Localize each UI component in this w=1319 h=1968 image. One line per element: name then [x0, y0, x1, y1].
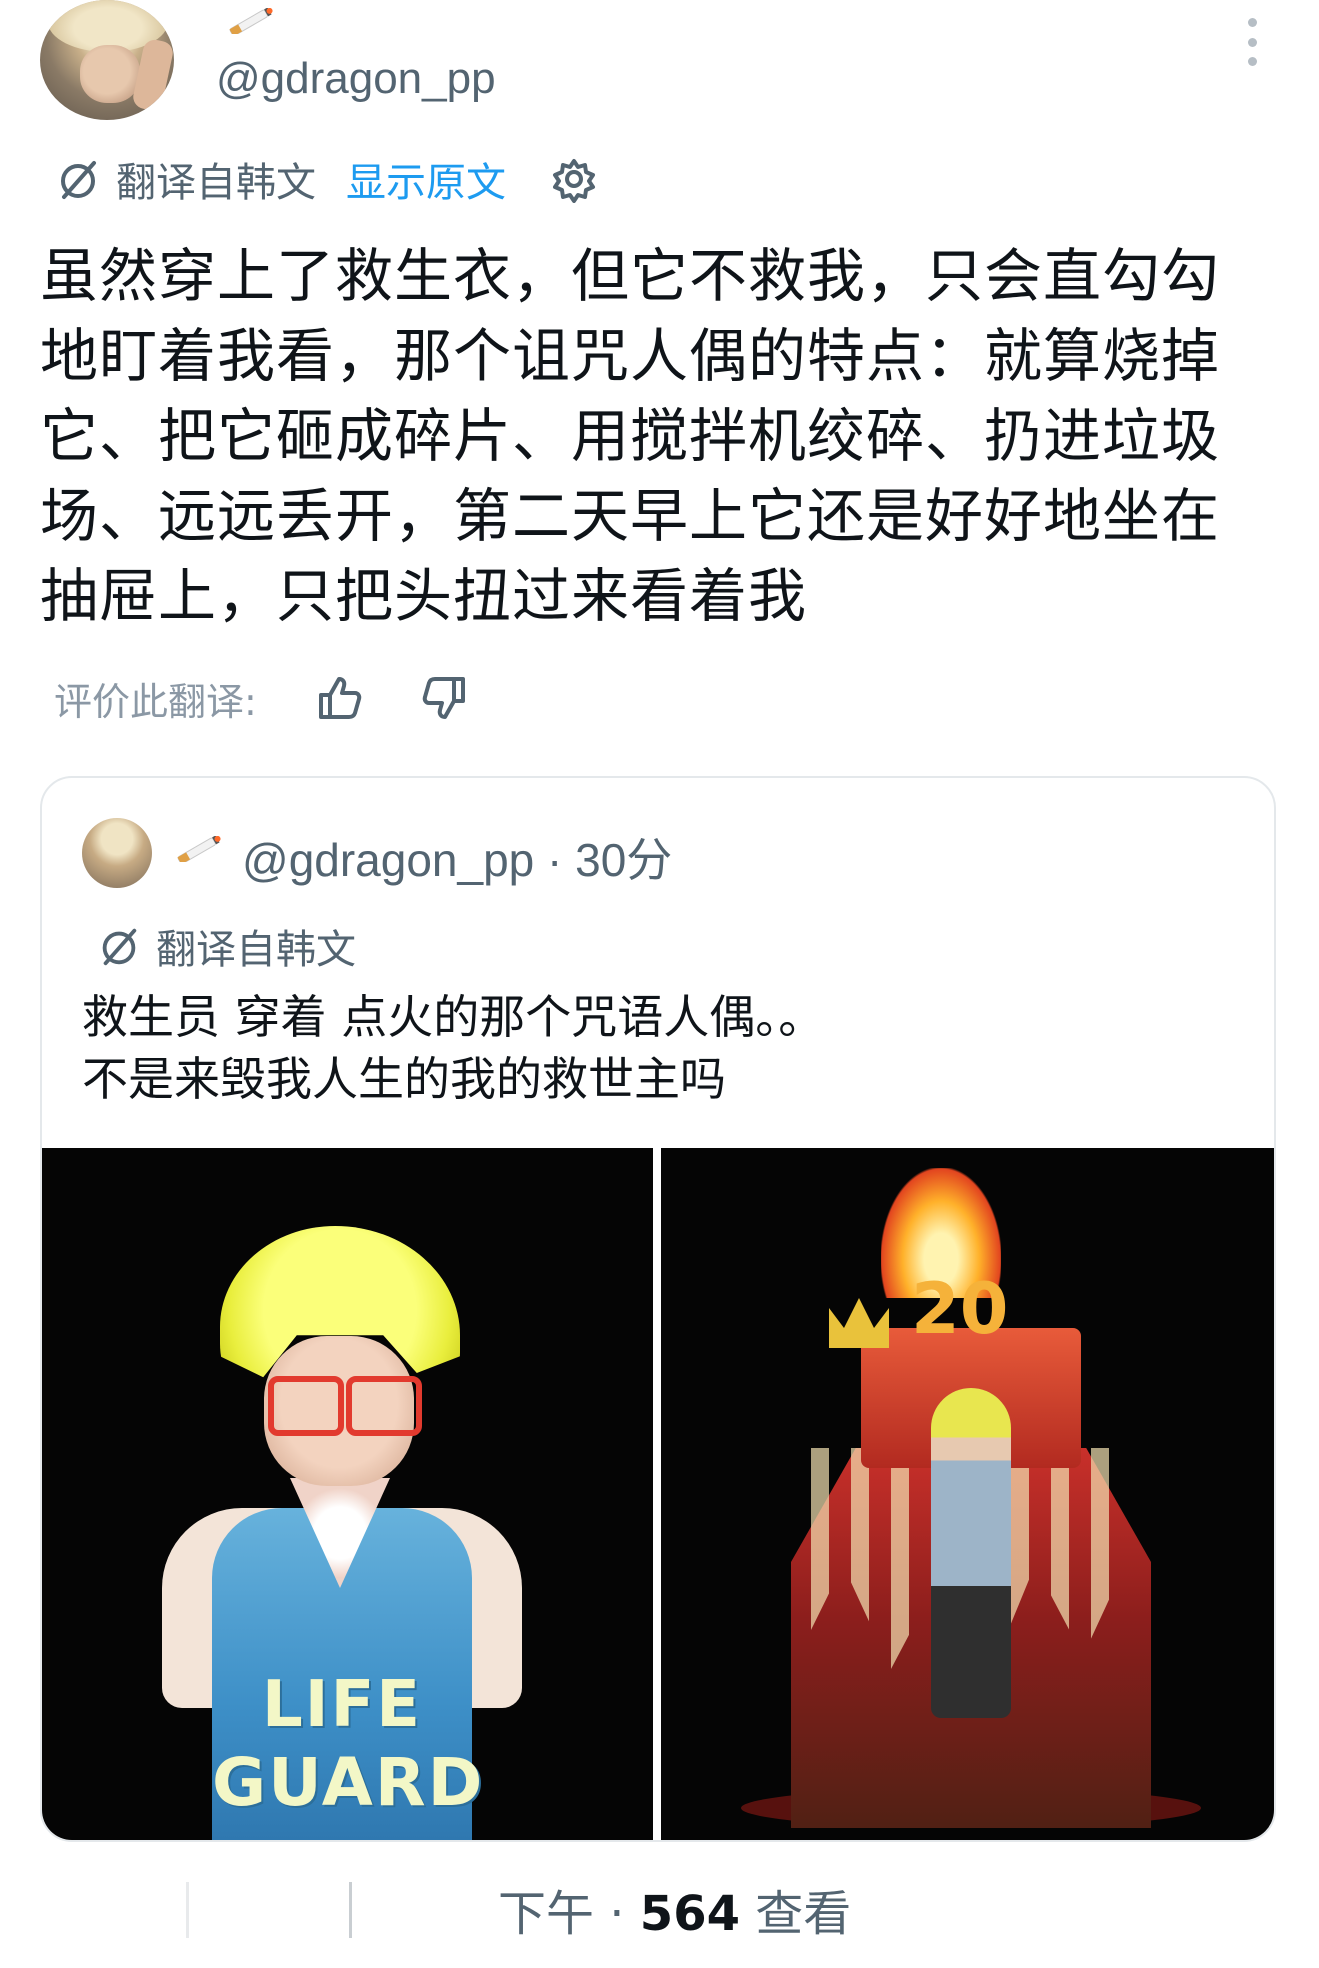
- quoted-tweet-text: 救生员 穿着 点火的那个咒语人偶。。 不是来毁我人生的我的救世主吗: [82, 986, 1232, 1110]
- tweet-text-line: 地盯着我看，那个诅咒人偶的特点：就算烧掉: [40, 322, 1221, 390]
- gear-icon[interactable]: [550, 155, 598, 203]
- tweet-text-line: 场、远远丢开，第二天早上它还是好好地坐在: [40, 482, 1221, 550]
- cake-number-candle: 20: [911, 1268, 1009, 1350]
- tweet-text-line: 它、把它砸成碎片、用搅拌机绞碎、扔进垃圾: [40, 402, 1221, 470]
- translation-bar: 翻译自韩文 显示原文: [54, 152, 598, 206]
- tweet-stats: 下午 · 564 查看: [498, 1874, 851, 1944]
- thumbs-up-icon[interactable]: [313, 671, 367, 725]
- tweet-time: 下午 ·: [498, 1886, 625, 1942]
- shirt-text-life: LIFE: [261, 1668, 423, 1742]
- quoted-author-avatar[interactable]: [82, 818, 152, 888]
- image-crown: [829, 1298, 889, 1348]
- quoted-image-lifeguard[interactable]: LIFE GUARD: [42, 1148, 653, 1840]
- quoted-text-line: 不是来毁我人生的我的救世主吗: [82, 1052, 726, 1106]
- tweet-text: 虽然穿上了救生衣，但它不救我，只会直勾勾 地盯着我看，那个诅咒人偶的特点：就算烧…: [40, 236, 1290, 636]
- thumbs-down-icon[interactable]: [417, 671, 471, 725]
- avatar-face: [80, 45, 140, 103]
- more-options-icon[interactable]: [1232, 18, 1272, 66]
- quoted-timestamp: · 30分: [547, 834, 673, 886]
- quoted-handle-text[interactable]: @gdragon_pp: [242, 834, 534, 886]
- views-count[interactable]: 564: [640, 1886, 740, 1942]
- cigarette-emoji-icon: [229, 8, 273, 34]
- image-glasses-right: [346, 1376, 422, 1436]
- quoted-image-burning-cake[interactable]: 20: [661, 1148, 1274, 1840]
- divider-remnant: [186, 1882, 352, 1938]
- author-handle[interactable]: @gdragon_pp: [216, 54, 496, 104]
- rate-translation-bar: 评价此翻译:: [54, 668, 521, 728]
- cigarette-emoji-icon: [177, 836, 221, 862]
- show-original-link[interactable]: 显示原文: [346, 150, 506, 208]
- translated-from-label: 翻译自韩文: [116, 160, 316, 206]
- rate-translation-label: 评价此翻译:: [54, 679, 257, 724]
- shirt-text-guard: GUARD: [212, 1744, 485, 1821]
- quoted-translated-from-label: 翻译自韩文: [156, 927, 356, 973]
- author-avatar[interactable]: [40, 0, 174, 120]
- translate-icon: [102, 928, 137, 966]
- views-label[interactable]: 查看: [755, 1886, 851, 1942]
- quoted-author-handle[interactable]: @gdragon_pp · 30分: [242, 824, 672, 890]
- avatar-hand: [131, 37, 174, 113]
- quoted-translation-bar: 翻译自韩文: [96, 918, 356, 974]
- tweet-text-line: 抽屉上，只把头扭过来看着我: [40, 562, 808, 630]
- image-glasses-left: [268, 1376, 344, 1436]
- translate-icon: [61, 161, 96, 199]
- image-figure-on-cake: [931, 1388, 1011, 1718]
- quoted-text-line: 救生员 穿着 点火的那个咒语人偶。。: [82, 990, 825, 1044]
- tweet-text-line: 虽然穿上了救生衣，但它不救我，只会直勾勾: [40, 242, 1221, 310]
- quoted-tweet-card[interactable]: @gdragon_pp · 30分 翻译自韩文 救生员 穿着 点火的那个咒语人偶…: [40, 776, 1276, 1842]
